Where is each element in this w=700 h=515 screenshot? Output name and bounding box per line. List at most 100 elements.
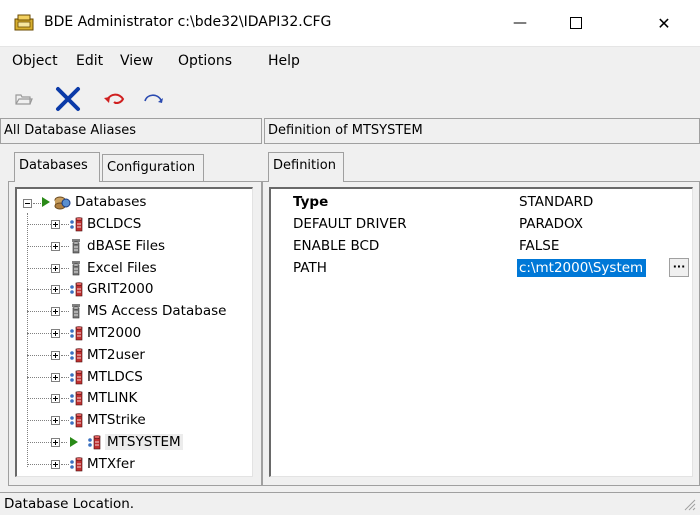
expand-icon[interactable]: [51, 220, 60, 229]
expand-icon[interactable]: [51, 459, 60, 469]
tree-item-dbase-files[interactable]: dBASE Files: [17, 235, 247, 257]
prop-name: PATH: [293, 260, 327, 276]
menu-object[interactable]: Object: [12, 53, 58, 69]
toolbar: [0, 80, 700, 118]
database-icon: [70, 217, 83, 232]
tree-item-label: MTSYSTEM: [105, 434, 183, 450]
tree-item-grit2000[interactable]: GRIT2000: [17, 278, 247, 300]
expand-icon[interactable]: [51, 263, 60, 273]
tab-configuration[interactable]: Configuration: [102, 154, 204, 181]
database-icon: [70, 326, 83, 341]
tree-item-excel-files[interactable]: Excel Files: [17, 257, 247, 279]
prop-name: ENABLE BCD: [293, 238, 380, 254]
expand-icon[interactable]: [51, 372, 60, 382]
path-value-input[interactable]: c:\mt2000\System: [517, 259, 647, 277]
databases-panel: Databases BCLDCS dBASE Files Excel Files GR…: [8, 181, 262, 486]
expand-icon[interactable]: [51, 416, 60, 426]
definition-header: Definition of MTSYSTEM: [264, 118, 700, 144]
browse-ellipsis-button[interactable]: ···: [669, 258, 689, 277]
file-db-icon: [72, 304, 80, 319]
database-icon: [70, 369, 83, 384]
definition-header-label: Definition of MTSYSTEM: [268, 123, 423, 138]
menu-edit[interactable]: Edit: [76, 53, 103, 69]
database-tree[interactable]: Databases BCLDCS dBASE Files Excel Files GR…: [15, 187, 253, 477]
tree-item-label: BCLDCS: [87, 216, 142, 232]
tree-item-label: MT2user: [87, 346, 145, 363]
tree-item-label: MTXfer: [87, 455, 135, 472]
aliases-header-label: All Database Aliases: [4, 123, 137, 138]
tree-item-mt2000[interactable]: MT2000: [17, 322, 247, 344]
database-icon: [70, 282, 83, 297]
tab-databases[interactable]: Databases: [14, 152, 100, 182]
database-icon: [70, 391, 83, 406]
aliases-header: All Database Aliases: [0, 118, 262, 144]
tree-item-label: MT2000: [87, 325, 142, 341]
play-arrow-icon: [42, 197, 50, 207]
tree-item-label: dBASE Files: [87, 237, 166, 254]
play-arrow-icon: [70, 437, 78, 447]
expand-icon[interactable]: [51, 329, 60, 338]
expand-icon[interactable]: [51, 350, 60, 360]
undo-button[interactable]: [102, 86, 128, 112]
redo-button[interactable]: [140, 86, 166, 112]
right-tabstrip: Definition: [268, 152, 388, 182]
property-grid[interactable]: Type STANDARD DEFAULT DRIVER PARADOX ENA…: [269, 187, 693, 477]
minimize-icon: —: [513, 15, 527, 31]
tree-root-label: Databases: [75, 194, 147, 210]
status-bar: Database Location.: [0, 492, 700, 515]
prop-row-path[interactable]: PATH c:\mt2000\System ···: [271, 257, 692, 279]
tree-item-mt2user[interactable]: MT2user: [17, 344, 247, 366]
menu-view[interactable]: View: [120, 53, 153, 69]
tab-configuration-label: Configuration: [107, 160, 196, 175]
tree-item-label: Excel Files: [87, 259, 157, 276]
tab-definition[interactable]: Definition: [268, 152, 344, 182]
tree-item-bcldcs[interactable]: BCLDCS: [17, 213, 247, 235]
menu-options[interactable]: Options: [178, 53, 232, 69]
expand-icon[interactable]: [51, 307, 60, 317]
definition-panel: Type STANDARD DEFAULT DRIVER PARADOX ENA…: [262, 181, 700, 486]
tree-root[interactable]: Databases: [17, 191, 247, 213]
prop-row-type[interactable]: Type STANDARD: [271, 191, 692, 213]
tree-item-label: MTStrike: [87, 412, 146, 429]
window-title: BDE Administrator c:\bde32\IDAPI32.CFG: [44, 14, 332, 30]
maximize-icon: [570, 17, 582, 29]
prop-value: FALSE: [519, 238, 560, 254]
open-button[interactable]: [11, 86, 37, 112]
expand-icon[interactable]: [51, 438, 60, 447]
left-tabstrip: Databases Configuration: [14, 152, 254, 182]
close-icon: ✕: [657, 13, 671, 33]
open-icon: [15, 94, 33, 105]
prop-name: Type: [293, 194, 329, 210]
tree-item-mtlink[interactable]: MTLINK: [17, 387, 247, 409]
maximize-button[interactable]: [548, 0, 604, 46]
tree-item-mtstrike[interactable]: MTStrike: [17, 409, 247, 431]
status-text: Database Location.: [4, 496, 135, 512]
prop-value: STANDARD: [519, 194, 594, 210]
expand-icon[interactable]: [51, 285, 60, 295]
minimize-button[interactable]: —: [492, 0, 548, 46]
tree-item-mtldcs[interactable]: MTLDCS: [17, 366, 247, 388]
tree-item-ms-access-database[interactable]: MS Access Database: [17, 300, 247, 322]
prop-name: DEFAULT DRIVER: [293, 216, 407, 232]
tree-item-mtxfer[interactable]: MTXfer: [17, 453, 247, 475]
file-db-icon: [72, 260, 80, 275]
expand-icon[interactable]: [51, 241, 60, 251]
file-db-icon: [72, 238, 80, 254]
collapse-icon[interactable]: [23, 199, 32, 208]
undo-icon: [104, 93, 125, 104]
tab-databases-label: Databases: [19, 158, 88, 173]
redo-icon: [144, 94, 163, 103]
delete-button[interactable]: [55, 86, 81, 112]
expand-icon[interactable]: [51, 394, 60, 404]
database-icon: [70, 347, 83, 363]
delete-icon: [56, 87, 80, 111]
tree-item-mtsystem[interactable]: MTSYSTEM: [17, 431, 247, 453]
prop-row-enable-bcd[interactable]: ENABLE BCD FALSE: [271, 235, 692, 257]
menu-help[interactable]: Help: [268, 53, 300, 69]
close-button[interactable]: ✕: [636, 0, 692, 46]
prop-row-default-driver[interactable]: DEFAULT DRIVER PARADOX: [271, 213, 692, 235]
title-bar[interactable]: BDE Administrator c:\bde32\IDAPI32.CFG —…: [0, 0, 700, 47]
tree-item-label: GRIT2000: [87, 281, 154, 298]
databases-root-icon: [54, 196, 71, 210]
resize-grip-icon[interactable]: [682, 497, 696, 511]
